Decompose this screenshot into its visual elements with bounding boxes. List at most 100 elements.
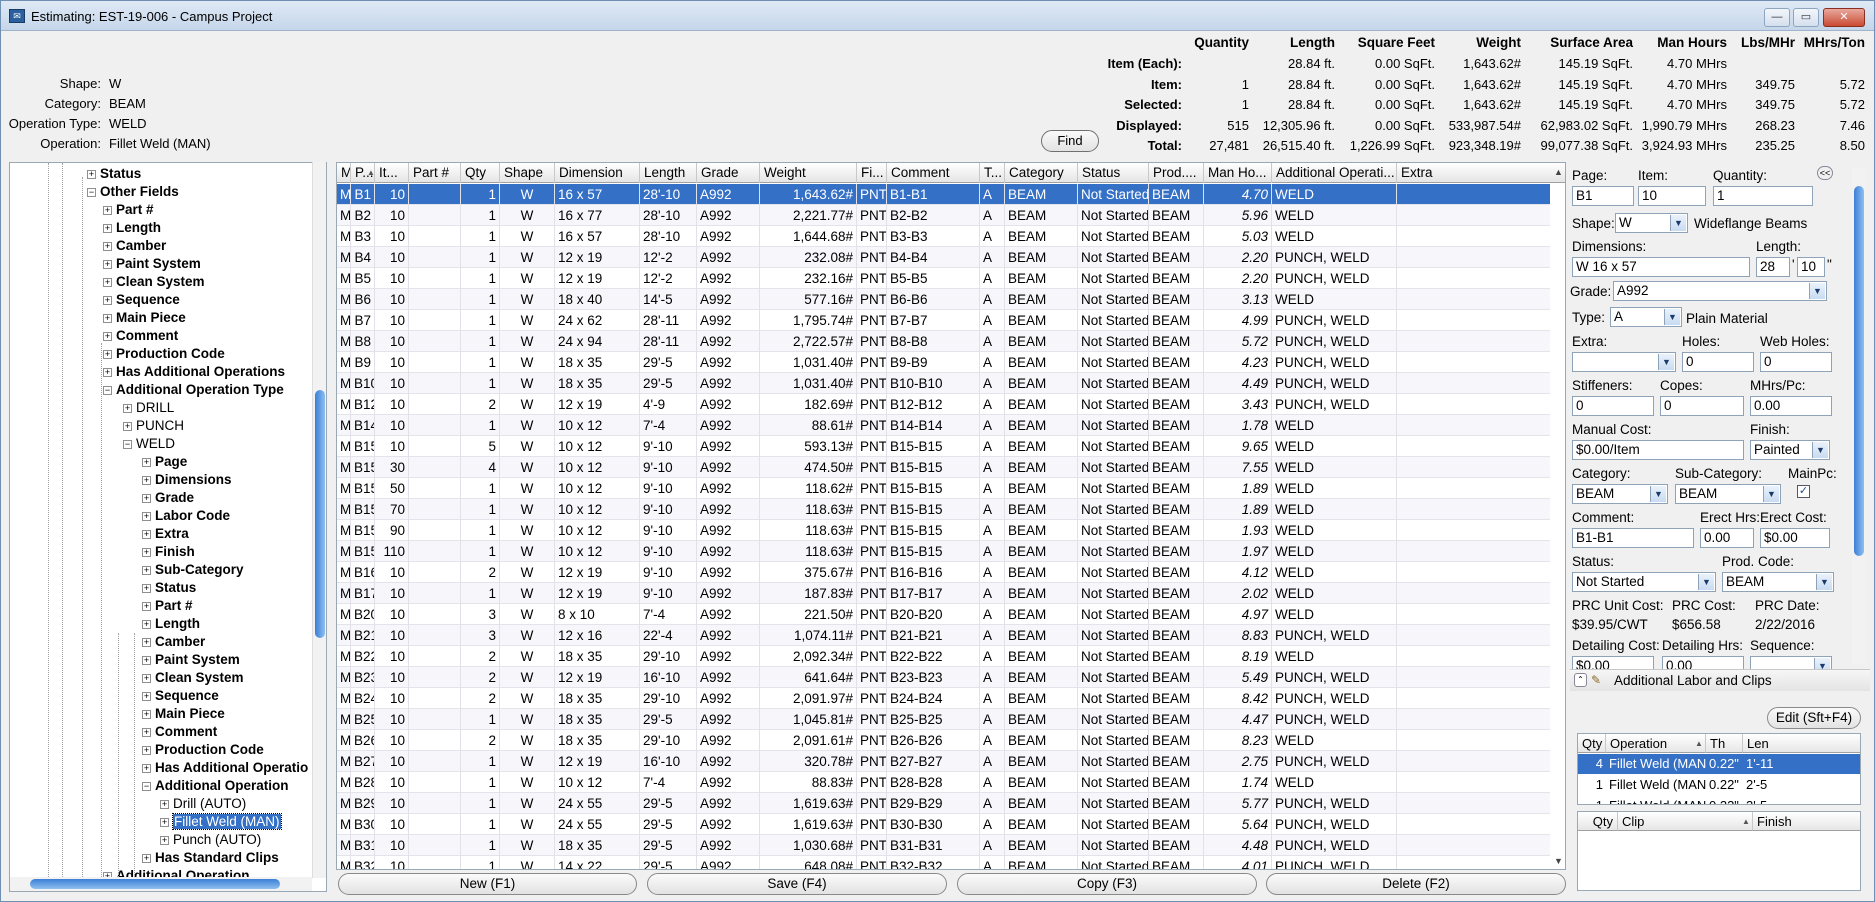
minimize-button[interactable]: — — [1764, 8, 1790, 27]
tree-item[interactable]: + Finish — [142, 543, 195, 561]
extra-select[interactable]: ▼ — [1572, 352, 1676, 372]
expand-icon[interactable]: + — [142, 674, 151, 683]
clips-column-header[interactable]: Qty — [1578, 812, 1618, 831]
finish-select[interactable]: Painted ▼ — [1750, 440, 1830, 460]
mainpc-checkbox[interactable]: ✓ — [1797, 485, 1810, 498]
expand-icon[interactable]: + — [142, 494, 151, 503]
tree-item[interactable]: + Status — [87, 165, 141, 183]
table-row[interactable]: MB15110 1W10 x 129'-10A992118.63#PNTB15-B… — [337, 541, 1550, 562]
quantity-field[interactable]: 1 — [1713, 186, 1813, 206]
table-row[interactable]: M B5 10 1 W 12 x 19 12'-2 A992 232.16# PNT B5-B5 A B… — [337, 268, 1550, 289]
table-row[interactable]: M B7 10 1 W 24 x 62 28'-11 A992 1,795.74# PNT B7-B… — [337, 310, 1550, 331]
table-row[interactable]: M B2 10 1 W 16 x 77 28'-10 A992 2,221.77# PNT B2-B… — [337, 205, 1550, 226]
expand-icon[interactable]: + — [103, 332, 112, 341]
table-row[interactable]: MB2610 2W18 x 3529'-10A9922,091.61#PNTB26… — [337, 730, 1550, 751]
copes-field[interactable]: 0 — [1660, 396, 1744, 416]
table-row[interactable]: M B9 10 1 W 18 x 35 29'-5 A992 1,031.40# PNT B9-B9… — [337, 352, 1550, 373]
detail-scrollbar[interactable] — [1852, 168, 1866, 664]
mhrs-pc-field[interactable]: 0.00 — [1750, 396, 1832, 416]
expand-icon[interactable]: + — [103, 224, 112, 233]
tree-item[interactable]: + Length — [103, 219, 161, 237]
sub-category-select[interactable]: BEAM ▼ — [1675, 484, 1781, 504]
operations-table[interactable]: Qty Operation Th Len ▲ 4 Fillet Weld (MAN) 0.22… — [1577, 733, 1861, 805]
grid-column-header[interactable]: Category — [1005, 163, 1078, 183]
grid-column-header[interactable]: Prod.... — [1149, 163, 1204, 183]
tree-item[interactable]: + Sequence — [103, 291, 180, 309]
maximize-button[interactable]: ▭ — [1793, 8, 1819, 27]
expand-icon[interactable]: + — [142, 764, 151, 773]
edit-labor-button[interactable]: Edit (Sft+F4) — [1767, 707, 1861, 729]
table-row[interactable]: MB3210 1W14 x 2229'-5A992648.08#PNTB32-B3… — [337, 856, 1550, 869]
tree-item[interactable]: + Main Piece — [103, 309, 186, 327]
type-select[interactable]: A ▼ — [1610, 307, 1682, 327]
tree-item[interactable]: + Main Piece — [142, 705, 225, 723]
grid-column-header[interactable]: M — [337, 163, 351, 183]
grid-column-header[interactable]: Status — [1078, 163, 1149, 183]
table-row[interactable]: MB1710 1W12 x 199'-10A992187.83#PNTB17-B1… — [337, 583, 1550, 604]
table-row[interactable]: MB1610 2W12 x 199'-10A992375.67#PNTB16-B1… — [337, 562, 1550, 583]
collapse-icon[interactable]: ⌃ — [1574, 673, 1587, 687]
expand-icon[interactable]: + — [123, 404, 132, 413]
scroll-thumb[interactable] — [315, 390, 325, 638]
tree-item[interactable]: − Additional Operation — [142, 777, 289, 795]
new-button[interactable]: New (F1) — [338, 873, 637, 895]
expand-icon[interactable]: + — [103, 314, 112, 323]
tree-item[interactable]: + Paint System — [103, 255, 201, 273]
table-row[interactable]: MB2810 1W10 x 127'-4A99288.83#PNTB28-B28A… — [337, 772, 1550, 793]
expand-icon[interactable]: + — [103, 206, 112, 215]
tree-item[interactable]: + Has Additional Operatio — [142, 759, 308, 777]
category-select[interactable]: BEAM ▼ — [1572, 484, 1668, 504]
table-row[interactable]: MB2410 2W18 x 3529'-10A9922,091.97#PNTB24… — [337, 688, 1550, 709]
tree-item[interactable]: + Length — [142, 615, 200, 633]
collapse-panel-icon[interactable]: << — [1817, 166, 1833, 180]
stiffeners-field[interactable]: 0 — [1572, 396, 1654, 416]
expand-icon[interactable]: + — [87, 170, 96, 179]
grid-column-header[interactable]: It... — [375, 163, 409, 183]
table-row[interactable]: MB2710 1W12 x 1916'-10A992320.78#PNTB27-B… — [337, 751, 1550, 772]
tree-item[interactable]: + Camber — [142, 633, 205, 651]
tree-item[interactable]: − Additional Operation Type — [103, 381, 284, 399]
dimensions-field[interactable]: W 16 x 57 — [1572, 257, 1750, 277]
grid-column-header[interactable]: Dimension — [555, 163, 640, 183]
tree-item[interactable]: + DRILL — [123, 399, 174, 417]
table-row[interactable]: MB1550 1W10 x 129'-10A992118.62#PNTB15-B1… — [337, 478, 1550, 499]
expand-icon[interactable]: + — [103, 278, 112, 287]
table-row[interactable]: M B3 10 1 W 16 x 57 28'-10 A992 1,644.68# PNT B3-B… — [337, 226, 1550, 247]
tree-item[interactable]: + Part # — [142, 597, 193, 615]
expand-icon[interactable]: + — [160, 800, 169, 809]
clips-table[interactable]: Qty Clip Finish ▲ — [1577, 811, 1861, 891]
page-field[interactable]: B1 — [1572, 186, 1634, 206]
tree-item[interactable]: + Clean System — [142, 669, 244, 687]
grade-select[interactable]: A992 ▼ — [1613, 281, 1827, 301]
expand-icon[interactable]: + — [142, 710, 151, 719]
scroll-up-icon[interactable]: ▲ — [1554, 167, 1563, 177]
expand-icon[interactable]: + — [103, 368, 112, 377]
expand-icon[interactable]: + — [142, 566, 151, 575]
expand-icon[interactable]: + — [142, 638, 151, 647]
status-select[interactable]: Not Started ▼ — [1572, 572, 1716, 592]
table-row[interactable]: MB1410 1W10 x 127'-4A99288.61#PNTB14-B14A… — [337, 415, 1550, 436]
clips-column-header[interactable]: Finish — [1753, 812, 1860, 831]
table-row[interactable]: MB1510 5W10 x 129'-10A992593.13#PNTB15-B1… — [337, 436, 1550, 457]
tree-item[interactable]: + Status — [142, 579, 196, 597]
table-row[interactable]: MB3110 1W18 x 3529'-5A9921,030.68#PNTB31-… — [337, 835, 1550, 856]
grid-column-header[interactable]: Additional Operati... — [1272, 163, 1397, 183]
expand-icon[interactable]: + — [103, 242, 112, 251]
tree-item[interactable]: + Fillet Weld (MAN) — [160, 813, 282, 831]
table-row[interactable]: M B6 10 1 W 18 x 40 14'-5 A992 577.16# PNT B6-B6 A B… — [337, 289, 1550, 310]
tree-item[interactable]: − Other Fields — [87, 183, 179, 201]
table-row[interactable]: MB1570 1W10 x 129'-10A992118.63#PNTB15-B1… — [337, 499, 1550, 520]
tree-item[interactable]: + Page — [142, 453, 187, 471]
expand-icon[interactable]: + — [123, 422, 132, 431]
item-field[interactable]: 10 — [1638, 186, 1706, 206]
tree-item[interactable]: + Sub-Category — [142, 561, 244, 579]
grid-column-header[interactable]: Part # — [409, 163, 461, 183]
operation-row[interactable]: 4 Fillet Weld (MAN) 0.22" 1'-11 — [1578, 754, 1860, 774]
expand-icon[interactable]: + — [142, 854, 151, 863]
erect-cost-field[interactable]: $0.00 — [1760, 528, 1830, 548]
sort-ascending-icon[interactable]: ▲ — [1695, 739, 1703, 748]
clips-column-header[interactable]: Clip — [1618, 812, 1753, 831]
table-row[interactable]: MB2110 3W12 x 1622'-4A9921,074.11#PNTB21-… — [337, 625, 1550, 646]
expand-icon[interactable]: + — [142, 602, 151, 611]
filter-tree[interactable]: + Status − Other Fields + Part # + Length + Cambe… — [9, 162, 327, 892]
